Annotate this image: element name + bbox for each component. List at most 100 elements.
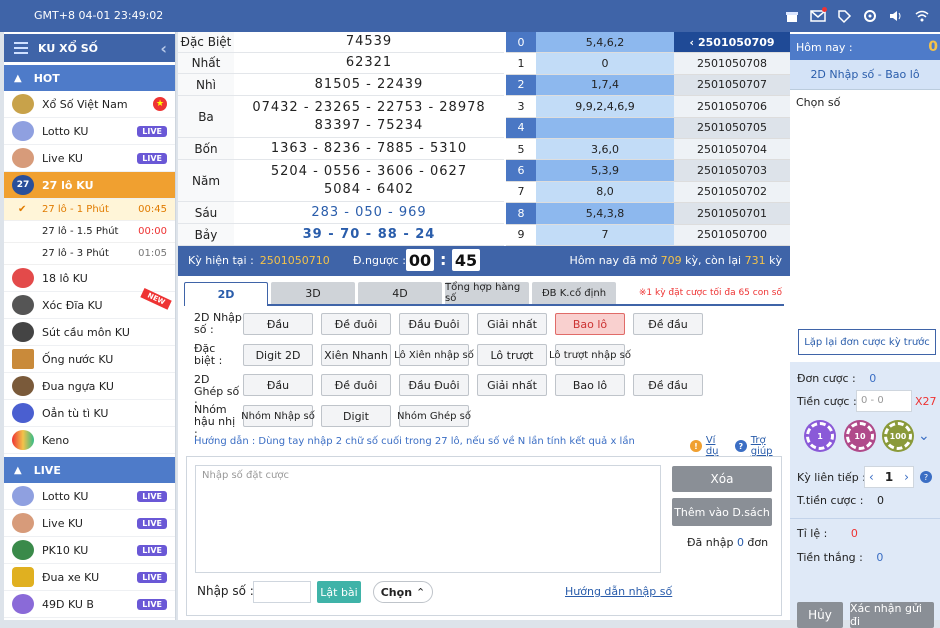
giai-nhat-button[interactable]: Giải nhất	[477, 313, 547, 335]
consecutive-stepper[interactable]: ‹ 1 ›	[864, 466, 914, 488]
sidebar-item-live-ku[interactable]: Live KU LIVE	[4, 145, 175, 172]
lo-truot-nhap-so-button[interactable]: Lô trượt nhập số	[549, 344, 631, 366]
help-link[interactable]: Trợ giúp	[751, 435, 790, 457]
sidebar-item-xoc-dia-ku[interactable]: Xóc Đĩa KU NEW	[4, 288, 175, 319]
period-id[interactable]: 2501050704	[674, 138, 790, 161]
period-id[interactable]: 2501050702	[674, 181, 790, 204]
ghep-dau-duoi-button[interactable]: Đầu Đuôi	[399, 374, 469, 396]
sidebar-item-keno[interactable]: Keno	[4, 427, 175, 454]
ghep-dau-button[interactable]: Đầu	[243, 374, 313, 396]
tab-4d[interactable]: 4D	[358, 282, 442, 304]
prize-line: 83397 - 75234	[314, 117, 424, 133]
cancel-button[interactable]: Hủy	[797, 602, 843, 628]
sidebar-sub-27-lo-1-5-phut[interactable]: 27 lô - 1.5 Phút 00:00	[4, 221, 175, 243]
add-to-list-button[interactable]: Thêm vào D.sách	[672, 498, 772, 526]
sidebar-sub-27-lo-1-phut[interactable]: ✔ 27 lô - 1 Phút 00:45	[4, 199, 175, 221]
choose-dropdown[interactable]: Chọn ⌃	[373, 581, 433, 603]
sound-icon[interactable]	[886, 6, 906, 26]
collapse-icon[interactable]: ‹	[160, 39, 167, 58]
ghep-de-dau-button[interactable]: Đề đầu	[633, 374, 703, 396]
caret-up-icon: ▲	[14, 464, 22, 476]
sidebar-item-49d-ku-b[interactable]: 49D KU B LIVE	[4, 591, 175, 618]
tab-3d[interactable]: 3D	[271, 282, 355, 304]
section-hot[interactable]: ▲ HOT	[4, 65, 175, 91]
tab-2d[interactable]: 2D	[184, 282, 268, 306]
entered-number: 0	[736, 536, 744, 549]
dau-duoi-button[interactable]: Đầu Đuôi	[399, 313, 469, 335]
chip-10[interactable]: 10	[846, 422, 874, 450]
plus-icon[interactable]: ›	[904, 470, 909, 484]
sidebar-item-oan-tu-ti-ku[interactable]: Oẳn tù tì KU	[4, 400, 175, 427]
period-id[interactable]: 2501050706	[674, 96, 790, 118]
confirm-button[interactable]: Xác nhận gửi đi	[850, 602, 934, 628]
sidebar-item-dua-ngua-ku[interactable]: Đua ngựa KU	[4, 373, 175, 400]
repeat-last-bet-button[interactable]: Lặp lại đơn cược kỳ trước	[798, 329, 936, 355]
sidebar-item-label: Lotto KU	[42, 489, 89, 503]
period-id[interactable]: 2501050703	[674, 160, 790, 182]
current-period-value: 2501050710	[259, 254, 330, 267]
bet-numbers-textarea[interactable]: Nhập số đặt cược	[195, 465, 661, 573]
sidebar-item-lotto-ku[interactable]: Lotto KU LIVE	[4, 118, 175, 145]
ghep-de-duoi-button[interactable]: Đề đuôi	[321, 374, 391, 396]
period-id[interactable]: 2501050707	[674, 74, 790, 97]
clear-button[interactable]: Xóa	[672, 466, 772, 492]
nhom-digit-button[interactable]: Digit	[321, 405, 391, 427]
digit-2d-button[interactable]: Digit 2D	[243, 344, 313, 366]
tag-icon[interactable]	[834, 6, 854, 26]
section-live[interactable]: ▲ LIVE	[4, 457, 175, 483]
ghep-bao-lo-button[interactable]: Bao lô	[555, 374, 625, 396]
example-link[interactable]: Ví dụ	[706, 435, 731, 457]
menu-icon[interactable]	[14, 39, 28, 57]
sidebar-item-pk10-ku[interactable]: PK10 KU LIVE	[4, 537, 175, 564]
minus-icon[interactable]: ‹	[869, 470, 874, 484]
sidebar-item-dua-xe-ku[interactable]: Đua xe KU LIVE	[4, 564, 175, 591]
win-amount: Tiền thắng : 0	[797, 551, 883, 564]
sidebar-sub-27-lo-3-phut[interactable]: 27 lô - 3 Phút 01:05	[4, 243, 175, 265]
loto-row: 2 1,7,4 2501050707	[506, 74, 790, 97]
gear-icon[interactable]	[860, 6, 880, 26]
lo-truot-button[interactable]: Lô trượt	[477, 344, 547, 366]
lo-xien-nhap-so-button[interactable]: Lô Xiên nhập số	[394, 344, 474, 366]
period-id[interactable]: 2501050700	[674, 224, 790, 246]
main-panel: Đặc Biệt 74539 Nhất 62321 Nhì 81505 - 22439…	[178, 32, 790, 620]
period-id[interactable]: 2501050705	[674, 117, 790, 139]
prize-line: 81505 - 22439	[314, 76, 424, 92]
sidebar-item-xo-so-viet-nam[interactable]: Xổ Số Việt Nam ★	[4, 91, 175, 118]
sidebar-item-ong-nuoc-ku[interactable]: Ống nước KU	[4, 346, 175, 373]
nhom-nhap-so-button[interactable]: Nhóm Nhập số	[241, 405, 315, 427]
bao-lo-button[interactable]: Bao lô	[555, 313, 625, 335]
tab-db-k-co-dinh[interactable]: ĐB K.cố định	[532, 282, 616, 304]
bet-summary: Đơn cược : 0 Tiền cược : 0 - 0 X27 1 10 …	[790, 362, 940, 628]
number-input-label: Nhập số :	[197, 584, 254, 598]
number-input[interactable]	[253, 581, 311, 603]
chip-100[interactable]: 100	[884, 422, 912, 450]
sidebar-item-live-lotto-ku[interactable]: Lotto KU LIVE	[4, 483, 175, 510]
flip-button[interactable]: Lật bài	[317, 581, 361, 603]
gift-icon[interactable]	[782, 6, 802, 26]
prize-line: 5204 - 0556 - 3606 - 0627	[270, 163, 468, 179]
ghep-giai-nhat-button[interactable]: Giải nhất	[477, 374, 547, 396]
period-select[interactable]: ‹ 2501050709	[674, 32, 790, 54]
loto-head: 5	[506, 138, 536, 161]
help-icon[interactable]: ?	[920, 471, 932, 483]
input-guide-link[interactable]: Hướng dẫn nhập số	[565, 585, 672, 598]
period-id[interactable]: 2501050701	[674, 203, 790, 225]
chevron-down-icon[interactable]: ⌄	[918, 428, 930, 444]
chip-1[interactable]: 1	[806, 422, 834, 450]
de-dau-button[interactable]: Đề đầu	[633, 313, 703, 335]
de-duoi-button[interactable]: Đề đuôi	[321, 313, 391, 335]
dau-button[interactable]: Đầu	[243, 313, 313, 335]
help-icon: ?	[734, 440, 747, 452]
sidebar-item-live-live-ku[interactable]: Live KU LIVE	[4, 510, 175, 537]
result-row: Bảy 39 - 70 - 88 - 24	[178, 224, 504, 246]
bet-amount-input[interactable]: 0 - 0	[856, 390, 912, 412]
xien-nhanh-button[interactable]: Xiên Nhanh	[321, 344, 391, 366]
sidebar-item-18-lo-ku[interactable]: 18 lô KU	[4, 265, 175, 292]
tab-tong-hop[interactable]: Tổng hợp hàng số	[445, 282, 529, 304]
nhom-ghep-so-button[interactable]: Nhóm Ghép số	[397, 405, 471, 427]
period-id[interactable]: 2501050708	[674, 53, 790, 75]
loto-row: 5 3,6,0 2501050704	[506, 138, 790, 161]
sidebar-item-27-lo-ku[interactable]: 27 27 lô KU	[4, 172, 175, 199]
sidebar-item-sut-cau-mon-ku[interactable]: Sút cầu môn KU	[4, 319, 175, 346]
mail-icon[interactable]	[808, 6, 828, 26]
